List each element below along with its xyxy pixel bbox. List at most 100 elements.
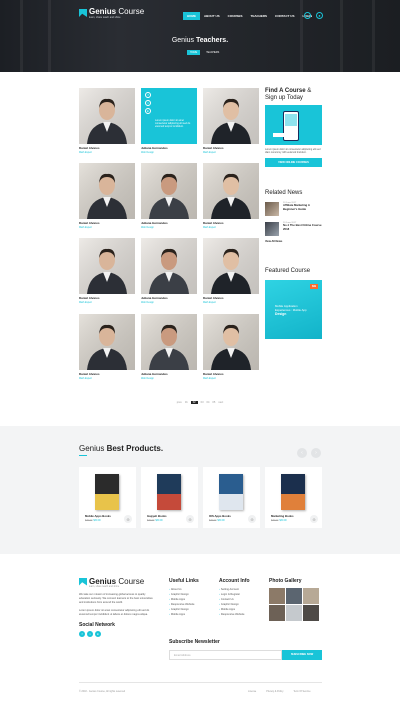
page-link[interactable]: prev <box>177 401 182 404</box>
newsletter-title: Subscribe Newsletter <box>169 639 220 645</box>
product-name[interactable]: Mobile Apps Books <box>85 514 111 518</box>
teacher-card[interactable]: Daniel Alvares Math Expert <box>79 163 135 229</box>
page-header <box>0 0 400 72</box>
cart-icon[interactable]: ⊕ <box>186 515 194 523</box>
gallery-photo[interactable] <box>286 605 302 621</box>
news-item[interactable]: 20 June 2017 Affiliate Marketing A Beginn… <box>265 202 322 216</box>
cart-icon[interactable]: ⊕ <box>248 515 256 523</box>
cart-icon[interactable]: ⊕ <box>310 515 318 523</box>
page-link[interactable]: 05 <box>212 401 215 404</box>
newsletter-email-input[interactable]: Email Address <box>169 650 282 660</box>
account-info: Account Info Setting AccountLogin & Regi… <box>219 578 250 617</box>
teacher-card[interactable]: Daniel Alvares Math Expert <box>203 314 259 380</box>
teacher-card[interactable]: Daniel Alvares Math Expert <box>203 163 259 229</box>
useful-link[interactable]: Responsive Website <box>169 603 199 608</box>
teacher-card[interactable]: Juliana Hernandes Web Design <box>141 238 197 304</box>
product-name[interactable]: Gapyeh Books <box>147 514 167 518</box>
page-link[interactable]: 01 <box>185 401 188 404</box>
terms-link[interactable]: Term Of Service <box>293 690 310 693</box>
product-card[interactable]: Gapyeh Books $40.00$30.00 ⊕ <box>141 467 198 528</box>
related-news-widget: Related News 20 June 2017 Affiliate Marke… <box>265 190 322 243</box>
view-courses-button[interactable]: VIEW ONLINE COURSES <box>265 157 322 167</box>
teacher-photo <box>203 163 259 219</box>
nav-item[interactable]: CONTACT US <box>271 12 298 20</box>
teacher-photo <box>141 238 197 294</box>
product-card[interactable]: IOS Apps Books $40.00$30.00 ⊕ <box>203 467 260 528</box>
linkedin-icon[interactable]: in <box>95 631 101 637</box>
subscribe-button[interactable]: SUBSCRIBE NOW <box>282 650 322 660</box>
nav-item[interactable]: COURSES <box>224 12 247 20</box>
gallery-title: Photo Gallery <box>269 578 302 584</box>
title-underline <box>79 455 87 456</box>
news-item[interactable]: 20 June 2017 No.1 The Best Online Course … <box>265 222 322 236</box>
twitter-icon[interactable]: t <box>145 100 151 106</box>
useful-link[interactable]: Mobile Apps <box>169 613 199 618</box>
product-card[interactable]: Mobile Apps Books $40.00$30.00 ⊕ <box>79 467 136 528</box>
license-link[interactable]: License <box>248 690 256 693</box>
featured-course-card[interactable]: $99 Mobile Application Experiences : Mobi… <box>265 280 322 339</box>
teacher-name[interactable]: Daniel Alvares <box>203 221 259 225</box>
privacy-link[interactable]: Privacy & Policy <box>266 690 283 693</box>
teacher-name[interactable]: Juliana Hernandes <box>141 296 197 300</box>
product-name[interactable]: Marketing Books <box>271 514 294 518</box>
teacher-name[interactable]: Daniel Alvares <box>203 146 259 150</box>
cart-icon[interactable]: ⊕ <box>124 515 132 523</box>
gallery-photo[interactable] <box>286 588 302 604</box>
teacher-photo <box>203 314 259 370</box>
logo-icon <box>79 577 87 586</box>
nav-item[interactable]: HOME <box>183 12 200 20</box>
gallery-photo[interactable] <box>303 605 319 621</box>
account-link[interactable]: Responsive Website <box>219 613 250 618</box>
nav-item[interactable]: ABOUT US <box>200 12 224 20</box>
news-thumbnail <box>265 222 279 236</box>
teacher-photo <box>79 163 135 219</box>
linkedin-icon[interactable]: in <box>145 108 151 114</box>
search-icon[interactable]: ⌕ <box>304 12 311 19</box>
teacher-card[interactable]: Juliana Hernandes Web Design <box>141 163 197 229</box>
news-title[interactable]: No.1 The Best Online Course 2018 <box>283 223 322 231</box>
teacher-name[interactable]: Daniel Alvares <box>79 372 135 376</box>
teacher-name[interactable]: Daniel Alvares <box>203 372 259 376</box>
view-all-news-link[interactable]: View All News <box>265 240 322 243</box>
gallery-photo[interactable] <box>269 605 285 621</box>
news-title[interactable]: Affiliate Marketing A Beginner's Guide <box>283 203 322 211</box>
breadcrumb-home[interactable]: HOME <box>187 50 201 55</box>
teacher-card[interactable]: f t in Lorem ipsum dolor sit amet consectet… <box>141 88 197 154</box>
page-link[interactable]: 04 <box>207 401 210 404</box>
product-price: $40.00$30.00 <box>85 519 101 522</box>
product-name[interactable]: IOS Apps Books <box>209 514 231 518</box>
teacher-name[interactable]: Juliana Hernandes <box>141 146 197 150</box>
teacher-name[interactable]: Daniel Alvares <box>203 296 259 300</box>
teacher-name[interactable]: Juliana Hernandes <box>141 372 197 376</box>
twitter-icon[interactable]: t <box>87 631 93 637</box>
teacher-name[interactable]: Daniel Alvares <box>79 221 135 225</box>
user-icon[interactable]: ● <box>316 12 323 19</box>
gallery-photo[interactable] <box>303 588 319 604</box>
find-course-widget: Find A Course & Sign up Today Lorem ipsu… <box>265 88 322 167</box>
page-link[interactable]: next <box>218 401 223 404</box>
prev-arrow-icon[interactable]: ‹ <box>297 448 307 458</box>
teacher-role: Math Expert <box>203 301 216 304</box>
teacher-card[interactable]: Juliana Hernandes Web Design <box>141 314 197 380</box>
nav-item[interactable]: TEACHERS <box>247 12 272 20</box>
teacher-card[interactable]: Daniel Alvares Math Expert <box>79 314 135 380</box>
teacher-role: Web Design <box>141 226 154 229</box>
teacher-photo <box>203 88 259 144</box>
logo[interactable]: Genius Course <box>89 7 144 16</box>
gallery-photo[interactable] <box>269 588 285 604</box>
teacher-card[interactable]: Daniel Alvares Math Expert <box>203 88 259 154</box>
teacher-name[interactable]: Juliana Hernandes <box>141 221 197 225</box>
teacher-card[interactable]: Daniel Alvares Math Expert <box>79 88 135 154</box>
products-section <box>0 426 400 554</box>
facebook-icon[interactable]: f <box>79 631 85 637</box>
teacher-photo <box>203 238 259 294</box>
teacher-name[interactable]: Daniel Alvares <box>79 146 135 150</box>
page-link[interactable]: 02 <box>190 401 198 404</box>
teacher-card[interactable]: Daniel Alvares Math Expert <box>79 238 135 304</box>
next-arrow-icon[interactable]: › <box>311 448 321 458</box>
teacher-card[interactable]: Daniel Alvares Math Expert <box>203 238 259 304</box>
page-link[interactable]: 03 <box>201 401 204 404</box>
teacher-name[interactable]: Daniel Alvares <box>79 296 135 300</box>
product-card[interactable]: Marketing Books $40.00$30.00 ⊕ <box>265 467 322 528</box>
facebook-icon[interactable]: f <box>145 92 151 98</box>
